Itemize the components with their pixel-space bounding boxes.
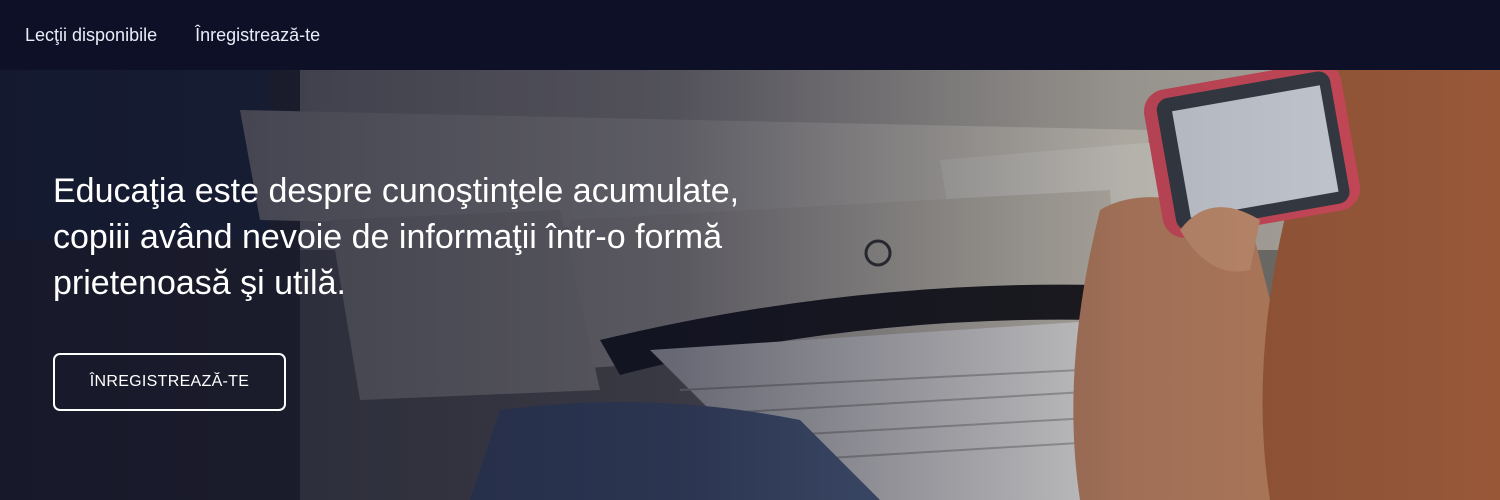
- nav-link-register[interactable]: Înregistrează-te: [195, 25, 320, 46]
- register-button[interactable]: ÎNREGISTREAZĂ-TE: [53, 353, 286, 411]
- nav-link-available-lessons[interactable]: Lecţii disponibile: [25, 25, 157, 46]
- hero-headline: Educaţia este despre cunoştinţele acumul…: [53, 172, 740, 302]
- top-navigation-bar: Lecţii disponibile Înregistrează-te: [0, 0, 1500, 70]
- hero-banner: Educaţia este despre cunoştinţele acumul…: [0, 70, 1500, 500]
